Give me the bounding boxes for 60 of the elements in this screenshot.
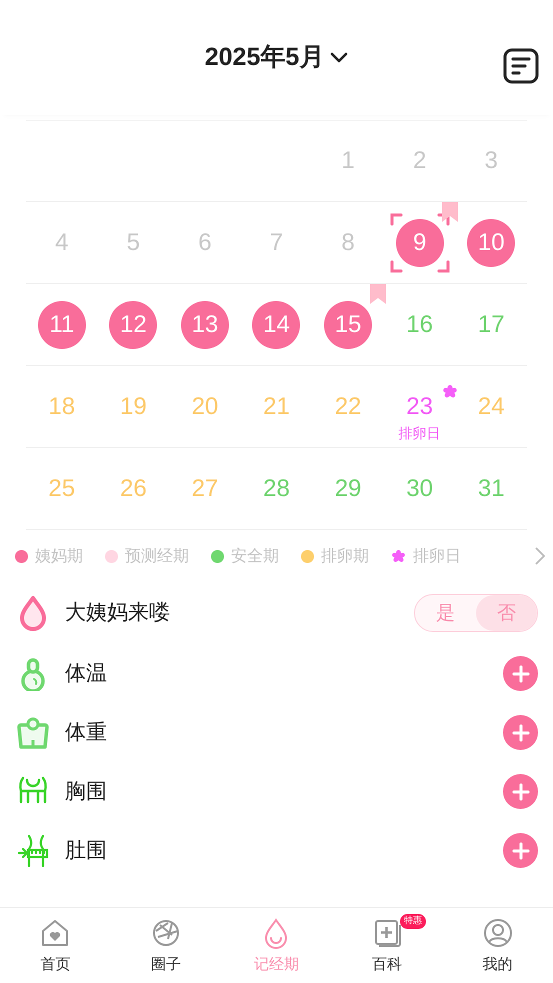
calendar-day[interactable]: 11 [38,300,86,348]
calendar-day[interactable]: 24 [467,382,516,430]
plus-icon [512,842,530,860]
add-button[interactable] [503,656,538,691]
calendar-day[interactable]: 18 [38,382,86,430]
user-icon [482,917,514,949]
calendar-day[interactable]: 9 [396,218,444,266]
calendar-day[interactable]: 10 [467,218,516,266]
legend-label: 安全期 [231,545,279,567]
plus-icon [512,664,530,682]
add-button[interactable] [503,833,538,868]
row-label: 肚围 [65,836,108,864]
legend-label: 姨妈期 [35,545,83,567]
tab-item[interactable]: 我的 [442,908,553,983]
calendar-day[interactable]: 27 [180,464,229,512]
calendar-day[interactable]: 21 [252,382,300,430]
month-title[interactable]: 2025年5月 [204,38,324,76]
calendar-day[interactable]: 13 [180,300,229,348]
day-note: 排卵日 [398,425,442,444]
list-icon [503,48,539,84]
row-label: 大姨妈来喽 [65,599,171,626]
row-label: 体温 [65,660,108,687]
calendar-day[interactable]: 25 [38,464,86,512]
calendar-day[interactable]: 19 [109,382,158,430]
toggle-option[interactable]: 是 [415,595,476,631]
calendar-day[interactable]: 14 [252,300,300,348]
calendar-day[interactable]: 30 [396,464,444,512]
drop-icon [18,595,48,631]
calendar-day[interactable]: 16 [396,300,444,348]
calendar-day[interactable]: 31 [467,464,516,512]
calendar-day[interactable]: 28 [252,464,300,512]
legend-label: 排卵期 [321,545,369,567]
tape-measure-icon [17,834,49,868]
more-button[interactable] [535,547,545,565]
notes-button[interactable] [503,48,539,84]
legend-label: 排卵日 [413,545,461,567]
tab-item[interactable]: 首页 [0,908,111,983]
row-label: 体重 [65,718,108,746]
row-label: 胸围 [65,778,108,805]
scale-icon [17,716,49,750]
tab-item[interactable]: 百科 特惠 [332,908,442,983]
dropdown-caret-icon [330,52,348,64]
toggle-option[interactable]: 否 [476,595,537,631]
calendar-day[interactable]: 17 [467,300,516,348]
chevron-right-icon [535,547,545,565]
calendar-day[interactable]: 26 [109,464,158,512]
plus-icon [512,782,530,800]
calendar-day[interactable]: 20 [180,382,229,430]
calendar-day[interactable]: 15 [324,300,372,348]
legend-label: 预测经期 [125,545,189,567]
add-button[interactable] [503,715,538,750]
calendar-day[interactable]: 22 [324,382,372,430]
tab-item[interactable]: 记经期 [221,908,332,983]
plus-icon [512,724,530,742]
calendar-day[interactable]: 29 [324,464,372,512]
flower-icon [442,384,458,400]
promo-badge: 特惠 [400,914,426,929]
calendar-day[interactable]: 12 [109,300,158,348]
add-button[interactable] [503,774,538,809]
tab-item[interactable]: 圈子 [110,908,222,983]
